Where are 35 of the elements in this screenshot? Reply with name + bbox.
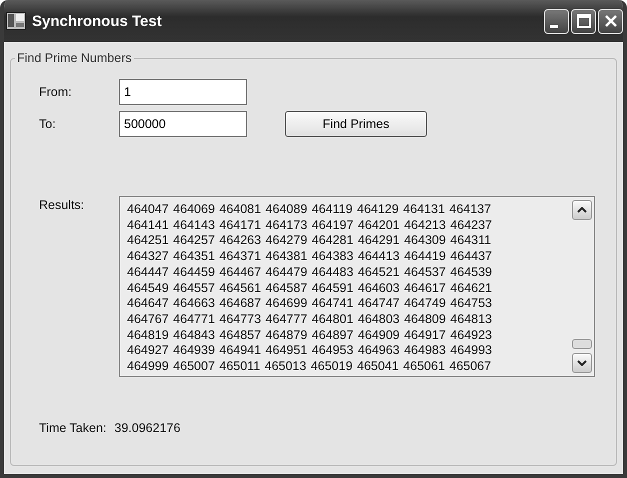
scroll-up-button[interactable] <box>572 200 592 220</box>
window-app-icon <box>6 12 26 30</box>
to-field[interactable]: 500000 <box>119 111 247 137</box>
scroll-down-button[interactable] <box>572 353 592 373</box>
minimize-icon <box>550 24 558 28</box>
chevron-up-icon <box>577 207 587 213</box>
window-title: Synchronous Test <box>32 12 163 30</box>
from-label: From: <box>38 85 73 99</box>
results-label: Results: <box>38 197 86 212</box>
results-line: 464047 464069 464081 464089 464119 464129 464131 464137 <box>127 202 492 218</box>
results-line: 464141 464143 464171 464173 464197 464201 464213 464237 <box>127 218 494 234</box>
scroll-thumb[interactable] <box>572 339 592 349</box>
results-line: 464767 464771 464773 464777 464801 464803 464809 464813 <box>127 312 494 328</box>
from-field[interactable]: 1 <box>119 79 247 105</box>
minimize-button[interactable] <box>544 8 569 34</box>
time-taken-value: 39.0962176 <box>114 421 180 435</box>
close-icon <box>602 13 618 29</box>
results-line: 464327 464351 464371 464381 464383 464413 464419 464437 <box>127 249 494 265</box>
maximize-button[interactable] <box>571 8 596 34</box>
group-title: Find Prime Numbers <box>16 51 133 65</box>
close-button[interactable] <box>598 8 623 34</box>
results-line: 464647 464663 464687 464699 464741 464747 464749 464753 <box>127 296 494 312</box>
results-line: 464251 464257 464263 464279 464281 464291 464309 464311 <box>127 233 492 250</box>
maximize-icon <box>576 13 592 29</box>
results-line: 464447 464459 464467 464479 464483 464521 464537 464539 <box>127 264 494 281</box>
results-line: 464819 464843 464857 464879 464897 464909 464917 464923 <box>127 328 494 344</box>
find-primes-button[interactable]: Find Primes <box>285 111 427 137</box>
results-line: 464927 464939 464941 464951 464953 464963 464983 464993 <box>127 343 494 360</box>
results-box[interactable] <box>119 196 595 377</box>
to-label: To: <box>38 117 57 131</box>
chevron-down-icon <box>577 360 587 366</box>
time-taken-label: Time Taken: <box>39 421 106 435</box>
results-line: 464999 465007 465011 465013 465019 465041 465061 465067 <box>127 359 492 375</box>
results-line: 464549 464557 464561 464587 464591 464603 464617 464621 <box>127 280 494 296</box>
scrollbar[interactable] <box>570 197 594 376</box>
